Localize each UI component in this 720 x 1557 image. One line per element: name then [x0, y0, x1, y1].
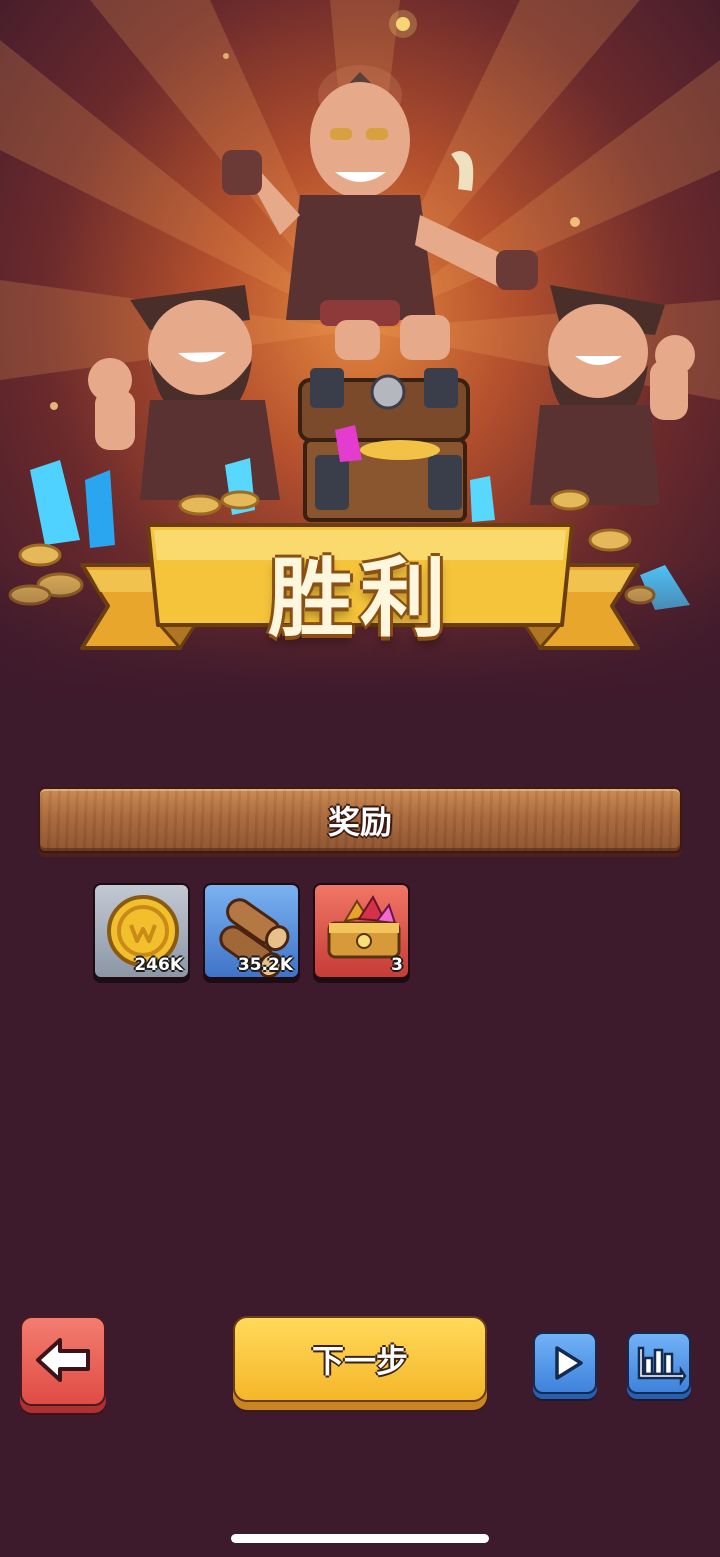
victory-banner: 胜利 [70, 520, 650, 660]
battle-stats-button[interactable] [627, 1332, 691, 1394]
replay-button[interactable] [533, 1332, 597, 1394]
arrow-left-icon [36, 1338, 90, 1382]
reward-count: 3 [391, 955, 403, 975]
left-caveman [88, 285, 280, 500]
next-step-label: 下一步 [311, 1342, 408, 1380]
rewards-header: 奖励 [38, 787, 682, 853]
bar-chart-icon [637, 1346, 687, 1387]
rewards-header-label: 奖励 [327, 803, 392, 841]
center-caveman [222, 65, 538, 360]
victory-title: 胜利 [268, 549, 452, 649]
treasure-chest [298, 368, 470, 522]
right-caveman [530, 285, 695, 505]
reward-count: 35.2K [237, 955, 293, 975]
reward-tile-wood[interactable]: 35.2K [203, 883, 300, 979]
reward-tile-gem-chest[interactable]: 3 [313, 883, 410, 979]
play-icon [555, 1346, 583, 1380]
next-step-button[interactable]: 下一步 [233, 1316, 487, 1402]
reward-count: 246K [134, 955, 183, 975]
reward-tile-gold[interactable]: 246K [93, 883, 190, 979]
home-indicator[interactable] [231, 1534, 489, 1543]
back-button[interactable] [20, 1316, 106, 1406]
